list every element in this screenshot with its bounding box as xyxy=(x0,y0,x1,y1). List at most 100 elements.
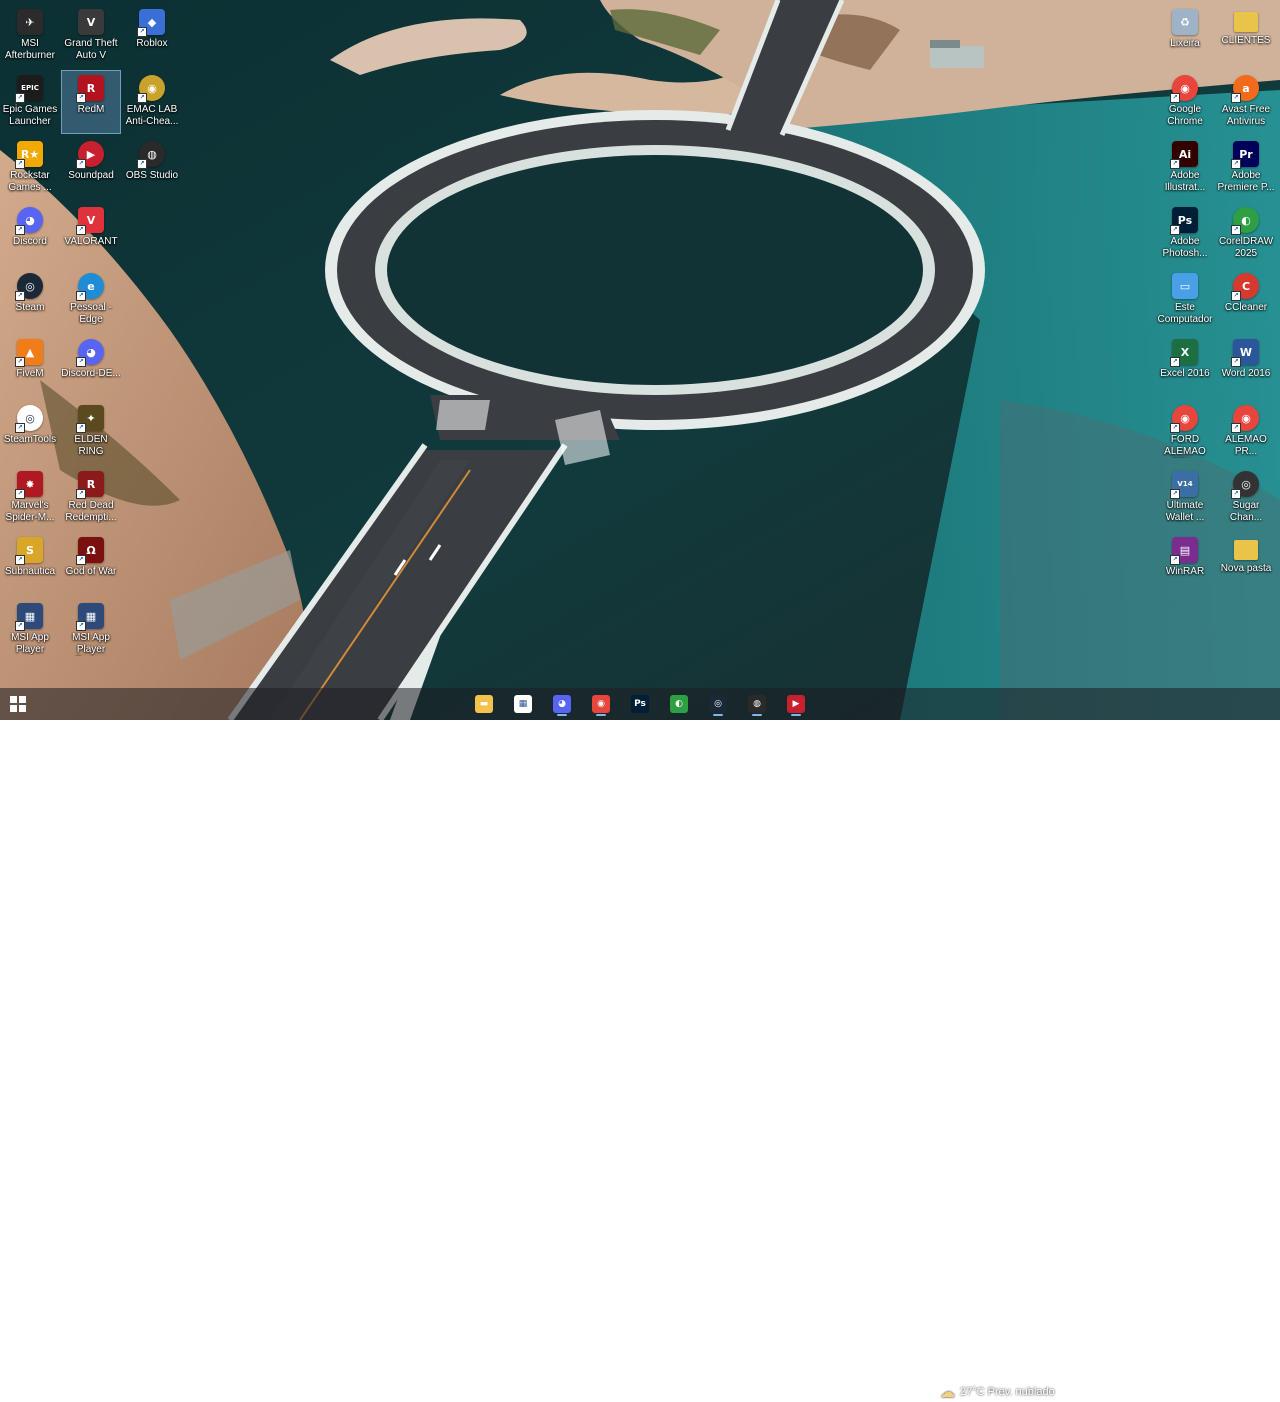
desktop-icon-epic-games[interactable]: EPIC ↗ Epic Games Launcher xyxy=(0,70,60,134)
shortcut-arrow-icon: ↗ xyxy=(1231,291,1241,301)
desktop-icon-label: VALORANT xyxy=(64,236,118,247)
obs-taskbar-button[interactable]: ◍ xyxy=(743,692,771,716)
desktop-icon-roblox[interactable]: ◆ ↗ Roblox xyxy=(122,4,182,68)
shortcut-arrow-icon: ↗ xyxy=(1231,93,1241,103)
folder-icon xyxy=(1234,12,1258,32)
desktop-icon-this-pc[interactable]: ▭ Este Computador xyxy=(1155,268,1215,332)
desktop-icon-subnautica[interactable]: S ↗ Subnautica xyxy=(0,532,60,596)
desktop-icon-steam[interactable]: ◎ ↗ Steam xyxy=(0,268,60,332)
msi-afterburner-icon: ✈ xyxy=(17,9,43,35)
emac-lab-icon: ◉ ↗ xyxy=(137,75,165,103)
shortcut-arrow-icon: ↗ xyxy=(1170,159,1180,169)
desktop-icon-msi-app-player-engine[interactable]: ▦↗MSI App Player Engine xyxy=(61,598,121,662)
desktop-icon-msi-afterburner[interactable]: ✈ MSI Afterburner xyxy=(0,4,60,68)
taskbar: ▬ ▦ ◕ ◉ Ps ◐ ◎ ◍ ▶ ☁ 27°C Prev. nublado ^ ◠ ♪ ▭ xyxy=(0,688,1280,1401)
desktop-icon-premiere[interactable]: Pr ↗ Adobe Premiere P... xyxy=(1216,136,1276,200)
rockstar-icon: R★ ↗ xyxy=(15,141,43,169)
obs-icon: ◍ ↗ xyxy=(137,141,165,169)
volume-icon[interactable]: ♪ xyxy=(1138,1386,1144,1398)
desktop-icon-wallet[interactable]: V14 ↗ Ultimate Wallet ... xyxy=(1155,466,1215,530)
desktop-icon-soundpad[interactable]: ▶ ↗ Soundpad xyxy=(61,136,121,200)
desktop-icon-discord-dev[interactable]: ◕ ↗ Discord-DE... xyxy=(61,334,121,398)
desktop-icon-label: Adobe Illustrat... xyxy=(1164,170,1206,193)
discord-taskbar-button[interactable]: ◕ xyxy=(548,692,576,716)
desktop-icon-ccleaner[interactable]: C ↗ CCleaner xyxy=(1216,268,1276,332)
desktop-icon-obs[interactable]: ◍ ↗ OBS Studio xyxy=(122,136,182,200)
shortcut-arrow-icon: ↗ xyxy=(76,357,86,367)
desktop-icon-msi-app-player[interactable]: ▦ ↗ MSI App Player xyxy=(0,598,60,662)
photoshop-icon: Ps ↗ xyxy=(1170,207,1198,235)
desktop-icon-fivem[interactable]: ▲ ↗ FiveM xyxy=(0,334,60,398)
desktop-icon-photoshop[interactable]: Ps ↗ Adobe Photosh... xyxy=(1155,202,1215,266)
shortcut-arrow-icon: ↗ xyxy=(15,555,25,565)
desktop-icon-gta-v[interactable]: V Grand Theft Auto V xyxy=(61,4,121,68)
weather-widget[interactable]: ☁ 27°C Prev. nublado xyxy=(940,1382,1055,1402)
spiderman-icon: ✸ ↗ xyxy=(15,471,43,499)
elden-ring-icon: ✦ ↗ xyxy=(76,405,104,433)
shortcut-arrow-icon: ↗ xyxy=(1231,159,1241,169)
desktop-icon-label: FiveM xyxy=(16,368,44,379)
desktop-icon-label: OBS Studio xyxy=(125,170,179,181)
desktop-icon-edge[interactable]: e ↗ Pessoal - Edge xyxy=(61,268,121,332)
soundpad-taskbar-button[interactable]: ▶ xyxy=(782,692,810,716)
desktop-icon-label: CLIENTES xyxy=(1221,35,1271,46)
shortcut-arrow-icon: ↗ xyxy=(1170,93,1180,103)
desktop-icon-label: Discord xyxy=(13,236,47,247)
desktop-icon-coreldraw[interactable]: ◐ ↗ CorelDRAW 2025 xyxy=(1216,202,1276,266)
desktop-icon-steamtools[interactable]: ◎ ↗ SteamTools xyxy=(0,400,60,464)
epic-games-icon: EPIC ↗ xyxy=(15,75,43,103)
desktop-icon-label: Discord-DE... xyxy=(61,368,121,379)
desktop-icon-generic-app[interactable]: ◎ ↗ Sugar Chan... xyxy=(1216,466,1276,530)
desktop-icon-chrome[interactable]: ◉ ↗ Google Chrome xyxy=(1155,70,1215,134)
desktop-icon-label: SteamTools xyxy=(3,434,57,445)
desktop-icon-avast[interactable]: a ↗ Avast Free Antivirus xyxy=(1216,70,1276,134)
shortcut-arrow-icon: ↗ xyxy=(76,621,86,631)
shortcut-arrow-icon: ↗ xyxy=(1170,357,1180,367)
shortcut-arrow-icon: ↗ xyxy=(15,93,25,103)
desktop-icon-label: Rockstar Games ... xyxy=(8,170,52,193)
desktop-icon-recycle-bin[interactable]: ♻ Lixeira xyxy=(1155,4,1215,68)
file-explorer-icon: ▬ xyxy=(475,695,493,713)
desktop-icon-winrar[interactable]: ▤ ↗ WinRAR xyxy=(1155,532,1215,596)
discord-icon: ◕ ↗ xyxy=(15,207,43,235)
desktop-icon-illustrator[interactable]: Ai ↗ Adobe Illustrat... xyxy=(1155,136,1215,200)
desktop-icon-redm[interactable]: R ↗ RedM xyxy=(61,70,121,134)
file-explorer-button[interactable]: ▬ xyxy=(470,692,498,716)
desktop-icon-label: ALEMAO PR... xyxy=(1225,434,1267,457)
desktop-icon-excel[interactable]: X ↗ Excel 2016 xyxy=(1155,334,1215,398)
windows-start-icon[interactable] xyxy=(4,692,32,716)
desktop-icon-discord[interactable]: ◕ ↗ Discord xyxy=(0,202,60,266)
desktop-icon-folder[interactable]: CLIENTES xyxy=(1216,4,1276,68)
this-pc-icon: ▭ xyxy=(1172,273,1198,299)
desktop-icon-chrome-shortcut-2[interactable]: ◉ ↗ ALEMAO PR... xyxy=(1216,400,1276,464)
desktop-icon-label: Lixeira xyxy=(1170,38,1200,49)
winrar-icon: ▤ ↗ xyxy=(1170,537,1198,565)
subnautica-icon: S ↗ xyxy=(15,537,43,565)
chrome-taskbar-button[interactable]: ◉ xyxy=(587,692,615,716)
desktop-icon-word[interactable]: W ↗ Word 2016 xyxy=(1216,334,1276,398)
chrome-icon: ◉ ↗ xyxy=(1170,75,1198,103)
desktop-icon-red-dead[interactable]: R ↗ Red Dead Redempti... xyxy=(61,466,121,530)
coreldraw-taskbar-button[interactable]: ◐ xyxy=(665,692,693,716)
ccleaner-icon: C ↗ xyxy=(1231,273,1259,301)
desktop-icon-valorant[interactable]: V ↗ VALORANT xyxy=(61,202,121,266)
desktop-icon-label: Soundpad xyxy=(68,170,114,181)
steam-taskbar-button[interactable]: ◎ xyxy=(704,692,732,716)
photoshop-taskbar-button[interactable]: Ps xyxy=(626,692,654,716)
desktop-icon-chrome-shortcut[interactable]: ◉↗FORD ALEMAO PRI... xyxy=(1155,400,1215,464)
desktop-icon-emac-lab[interactable]: ◉ ↗ EMAC LAB Anti-Chea... xyxy=(122,70,182,134)
desktop-icon-folder-2[interactable]: Nova pasta xyxy=(1216,532,1276,596)
shortcut-arrow-icon: ↗ xyxy=(1170,423,1180,433)
shortcut-arrow-icon: ↗ xyxy=(76,93,86,103)
microsoft-store-button[interactable]: ▦ xyxy=(509,692,537,716)
desktop-icon-rockstar[interactable]: R★ ↗ Rockstar Games ... xyxy=(0,136,60,200)
desktop-icon-elden-ring[interactable]: ✦ ↗ ELDEN RING xyxy=(61,400,121,464)
shortcut-arrow-icon: ↗ xyxy=(137,159,147,169)
desktop-icon-label: EMAC LAB Anti-Chea... xyxy=(125,104,179,127)
network-icon[interactable]: ◠ xyxy=(1122,1386,1132,1399)
tray-chevron-icon[interactable]: ^ xyxy=(1111,1386,1116,1398)
desktop-icon-god-of-war[interactable]: Ω ↗ God of War xyxy=(61,532,121,596)
notification-icon[interactable]: ▭ xyxy=(1266,1386,1276,1399)
desktop-icon-spiderman[interactable]: ✸ ↗ Marvel's Spider-M... xyxy=(0,466,60,530)
wallet-icon: V14 ↗ xyxy=(1170,471,1198,499)
